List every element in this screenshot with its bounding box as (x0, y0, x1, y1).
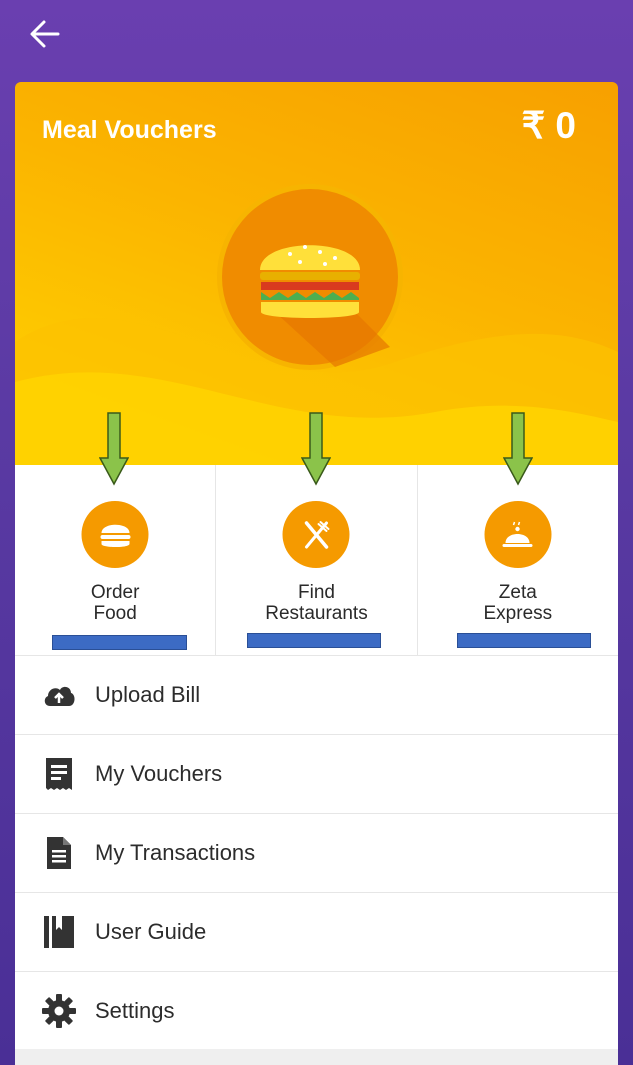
menu-label: My Vouchers (95, 761, 223, 786)
menu-label: Upload Bill (95, 682, 201, 707)
currency-symbol: ₹ (521, 105, 546, 146)
menu-label: My Transactions (95, 840, 256, 865)
highlight-bar-1 (52, 635, 187, 650)
highlight-bar-2 (247, 633, 381, 648)
menu-label: User Guide (95, 919, 207, 944)
zeta-express-button[interactable]: Zeta Express (418, 465, 618, 655)
fork-knife-icon (282, 501, 350, 568)
balance-amount: ₹ 0 (522, 104, 576, 147)
balance-value: 0 (555, 105, 576, 146)
burger-icon (217, 184, 403, 370)
gear-icon (42, 994, 76, 1028)
highlight-bar-3 (457, 633, 591, 648)
menu-item-my-vouchers[interactable]: My Vouchers (15, 734, 618, 813)
find-restaurants-button[interactable]: Find Restaurants (216, 465, 418, 655)
back-arrow-icon (30, 20, 60, 48)
cloche-icon (484, 501, 552, 568)
order-food-button[interactable]: Order Food (15, 465, 217, 655)
quick-actions: Order Food Find Restaurants Zeta Express (15, 465, 618, 655)
bottom-strip (15, 1049, 618, 1065)
burger-icon (81, 501, 149, 568)
back-button[interactable] (26, 14, 66, 54)
document-icon (47, 837, 71, 869)
receipt-icon (46, 758, 72, 790)
menu-item-my-transactions[interactable]: My Transactions (15, 813, 618, 892)
card-title: Meal Vouchers (42, 116, 217, 144)
menu-label: Settings (95, 998, 175, 1023)
book-icon (44, 916, 74, 948)
menu-item-upload-bill[interactable]: Upload Bill (15, 655, 618, 734)
action-label: Order Food (90, 582, 140, 624)
menu-item-settings[interactable]: Settings (15, 971, 618, 1050)
cloud-upload-icon (44, 686, 75, 706)
action-label: Find Restaurants (265, 582, 368, 624)
menu-item-user-guide[interactable]: User Guide (15, 892, 618, 971)
meal-voucher-card: Meal Vouchers ₹ 0 (15, 82, 618, 465)
action-label: Zeta Express (483, 582, 553, 624)
menu-list: Upload Bill My Vouchers My Transactions … (15, 655, 618, 1050)
